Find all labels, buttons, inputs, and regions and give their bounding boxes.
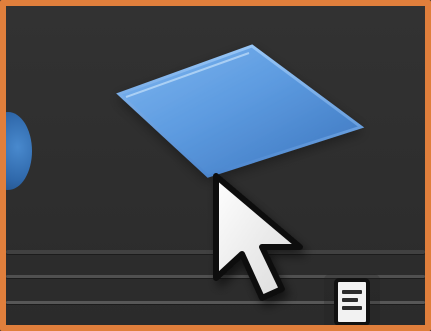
canvas-viewport bbox=[6, 6, 425, 325]
blue-node-icon[interactable] bbox=[6, 112, 32, 190]
track-line bbox=[6, 250, 425, 254]
document-badge[interactable] bbox=[324, 274, 380, 325]
document-icon bbox=[334, 278, 370, 325]
screenshot-frame bbox=[0, 0, 431, 331]
